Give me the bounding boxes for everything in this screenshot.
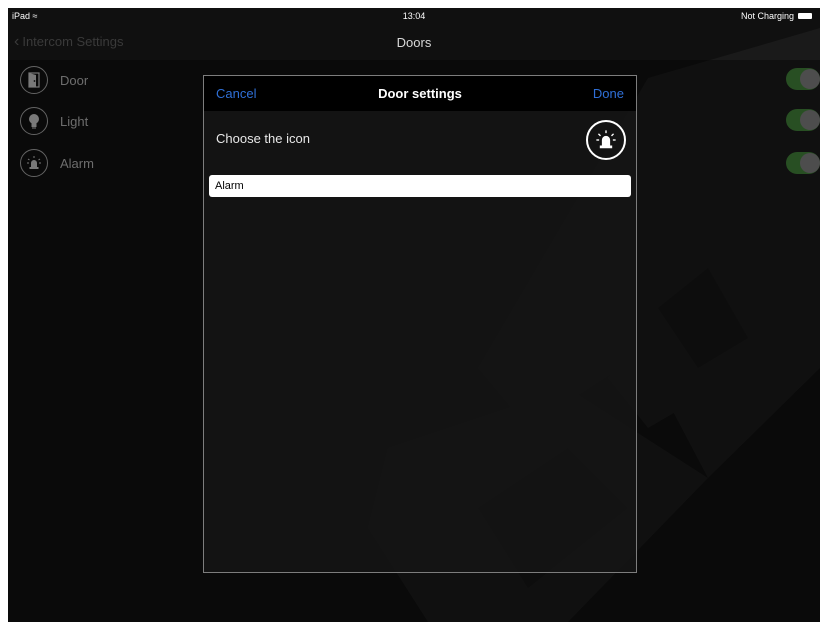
door-name-input[interactable] — [209, 175, 631, 197]
status-bar: iPad ≈ 13:04 Not Charging — [8, 8, 820, 22]
app-screen: iPad ≈ 13:04 Not Charging ‹ Intercom Set… — [8, 8, 820, 622]
battery-icon — [798, 13, 812, 19]
modal-title: Door settings — [378, 86, 462, 101]
status-battery: Not Charging — [741, 11, 812, 21]
battery-text: Not Charging — [740, 11, 794, 21]
status-time: 13:04 — [402, 11, 426, 21]
alarm-icon — [596, 130, 616, 149]
done-button[interactable]: Done — [593, 86, 624, 101]
modal-header: Cancel Door settings Done — [204, 76, 636, 111]
choose-icon-label: Choose the icon — [216, 131, 310, 146]
navigation-bar: ‹ Intercom Settings Doors — [8, 22, 820, 60]
page-title: Doors — [396, 35, 432, 50]
icon-picker-button[interactable] — [586, 120, 626, 160]
door-settings-modal: Cancel Door settings Done Choose the ico… — [203, 75, 637, 573]
